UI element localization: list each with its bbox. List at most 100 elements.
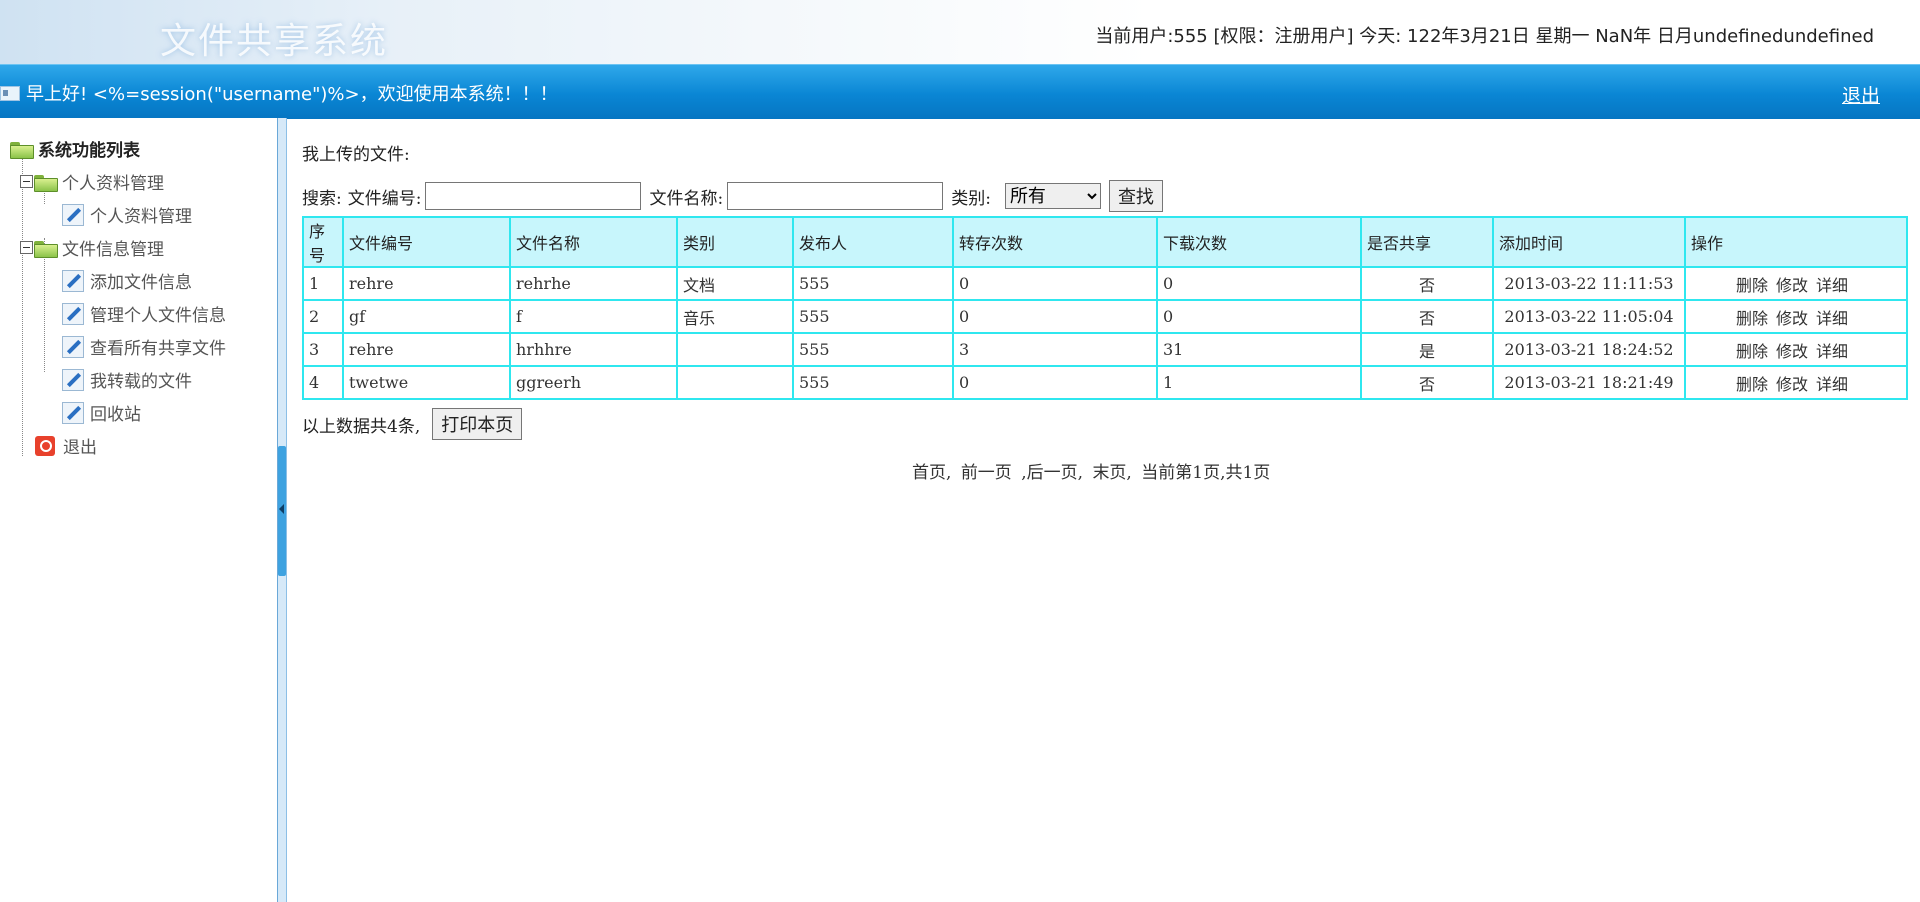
delete-link[interactable]: 删除 [1736, 375, 1768, 394]
edit-link[interactable]: 修改 [1776, 375, 1808, 394]
detail-link[interactable]: 详细 [1816, 375, 1848, 394]
cell-category: 文档 [676, 266, 794, 301]
cell-no: 1 [302, 266, 344, 301]
table-row: 3 rehre hrhhre 555 3 31 是 2013-03-21 18:… [302, 332, 1908, 367]
delete-link[interactable]: 删除 [1736, 342, 1768, 361]
cell-transfers: 0 [952, 365, 1158, 400]
collapse-sidebar-handle[interactable] [278, 446, 286, 576]
sidebar-splitter[interactable] [278, 118, 287, 902]
cell-no: 3 [302, 332, 344, 367]
file-no-input[interactable] [425, 182, 642, 210]
tree-root-label: 系统功能列表 [38, 141, 140, 161]
edit-icon [62, 401, 84, 424]
tree-group-files[interactable]: 文件信息管理 [10, 231, 226, 264]
sidebar-item-reposted[interactable]: 我转载的文件 [10, 363, 226, 396]
cell-ops: 删除 修改 详细 [1684, 365, 1908, 400]
col-header: 操作 [1684, 216, 1908, 268]
file-name-label: 文件名称: [649, 188, 724, 209]
sidebar-item-label: 查看所有共享文件 [90, 339, 226, 359]
sidebar-item-manage-files[interactable]: 管理个人文件信息 [10, 297, 226, 330]
file-no-label: 文件编号: [347, 188, 422, 209]
cell-publisher: 555 [792, 332, 954, 367]
sidebar-item-profile[interactable]: 个人资料管理 [10, 198, 226, 231]
col-header: 文件名称 [509, 216, 678, 268]
cell-no: 2 [302, 299, 344, 334]
function-tree: 系统功能列表 个人资料管理 个人资料管理 文件信息管理 添加文件信息 管理个人文… [10, 132, 226, 462]
cell-time: 2013-03-21 18:21:49 [1492, 365, 1686, 400]
page-title: 我上传的文件: [302, 145, 410, 165]
pager-first[interactable]: 首页, [912, 463, 951, 483]
cell-downloads: 1 [1156, 365, 1362, 400]
cell-time: 2013-03-21 18:24:52 [1492, 332, 1686, 367]
id-card-icon [0, 85, 20, 101]
edit-icon [62, 335, 84, 358]
collapse-icon[interactable] [20, 241, 33, 254]
table-row: 4 twetwe ggreerh 555 0 1 否 2013-03-21 18… [302, 365, 1908, 400]
sidebar-item-label: 我转载的文件 [90, 372, 192, 392]
sidebar-item-exit[interactable]: 退出 [10, 429, 226, 462]
edit-link[interactable]: 修改 [1776, 276, 1808, 295]
sidebar-item-shared-files[interactable]: 查看所有共享文件 [10, 330, 226, 363]
tree-group-profile[interactable]: 个人资料管理 [10, 165, 226, 198]
app-logo: 文件共享系统 [160, 21, 389, 62]
cell-code: rehre [342, 332, 511, 367]
cell-shared: 是 [1360, 332, 1494, 367]
collapse-icon[interactable] [20, 175, 33, 188]
power-icon [35, 435, 55, 456]
cell-category: 音乐 [676, 299, 794, 334]
cell-publisher: 555 [792, 266, 954, 301]
cell-time: 2013-03-22 11:11:53 [1492, 266, 1686, 301]
detail-link[interactable]: 详细 [1816, 342, 1848, 361]
cell-shared: 否 [1360, 266, 1494, 301]
tree-group-label: 个人资料管理 [62, 174, 164, 194]
cell-downloads: 0 [1156, 266, 1362, 301]
cell-name: f [509, 299, 678, 334]
table-row: 2 gf f 音乐 555 0 0 否 2013-03-22 11:05:04 … [302, 299, 1908, 334]
total-count: 以上数据共4条, [302, 416, 421, 437]
cell-ops: 删除 修改 详细 [1684, 332, 1908, 367]
col-header: 发布人 [792, 216, 954, 268]
pager-last[interactable]: 末页, [1092, 463, 1131, 483]
logout-link[interactable]: 退出 [1842, 81, 1880, 108]
tree-root[interactable]: 系统功能列表 [10, 132, 226, 165]
col-header: 类别 [676, 216, 794, 268]
delete-link[interactable]: 删除 [1736, 309, 1768, 328]
edit-icon [62, 368, 84, 391]
col-header: 是否共享 [1360, 216, 1494, 268]
search-label: 搜索: [302, 188, 342, 209]
sidebar-item-recycle-bin[interactable]: 回收站 [10, 396, 226, 429]
edit-link[interactable]: 修改 [1776, 342, 1808, 361]
cell-code: gf [342, 299, 511, 334]
detail-link[interactable]: 详细 [1816, 276, 1848, 295]
cell-publisher: 555 [792, 299, 954, 334]
cell-code: rehre [342, 266, 511, 301]
pager-prev[interactable]: 前一页 [961, 463, 1012, 483]
cell-transfers: 3 [952, 332, 1158, 367]
edit-icon [62, 302, 84, 325]
cell-category [676, 332, 794, 367]
cell-publisher: 555 [792, 365, 954, 400]
category-select[interactable]: 所有 [1004, 183, 1101, 209]
cell-ops: 删除 修改 详细 [1684, 266, 1908, 301]
col-header: 序号 [302, 216, 344, 268]
pager-next[interactable]: ,后一页, [1021, 463, 1083, 483]
pager-status: 当前第1页,共1页 [1141, 463, 1271, 483]
edit-icon [62, 269, 84, 292]
edit-icon [62, 203, 84, 226]
sidebar-item-label: 管理个人文件信息 [90, 306, 226, 326]
col-header: 添加时间 [1492, 216, 1686, 268]
col-header: 转存次数 [952, 216, 1158, 268]
col-header: 文件编号 [342, 216, 511, 268]
file-name-input[interactable] [727, 182, 944, 210]
sidebar-item-label: 回收站 [90, 405, 141, 425]
delete-link[interactable]: 删除 [1736, 276, 1768, 295]
print-button[interactable]: 打印本页 [432, 408, 523, 440]
col-header: 下载次数 [1156, 216, 1362, 268]
cell-transfers: 0 [952, 266, 1158, 301]
cell-time: 2013-03-22 11:05:04 [1492, 299, 1686, 334]
edit-link[interactable]: 修改 [1776, 309, 1808, 328]
sidebar-item-add-file[interactable]: 添加文件信息 [10, 264, 226, 297]
sidebar: 系统功能列表 个人资料管理 个人资料管理 文件信息管理 添加文件信息 管理个人文… [0, 118, 278, 902]
detail-link[interactable]: 详细 [1816, 309, 1848, 328]
search-button[interactable]: 查找 [1108, 180, 1163, 212]
